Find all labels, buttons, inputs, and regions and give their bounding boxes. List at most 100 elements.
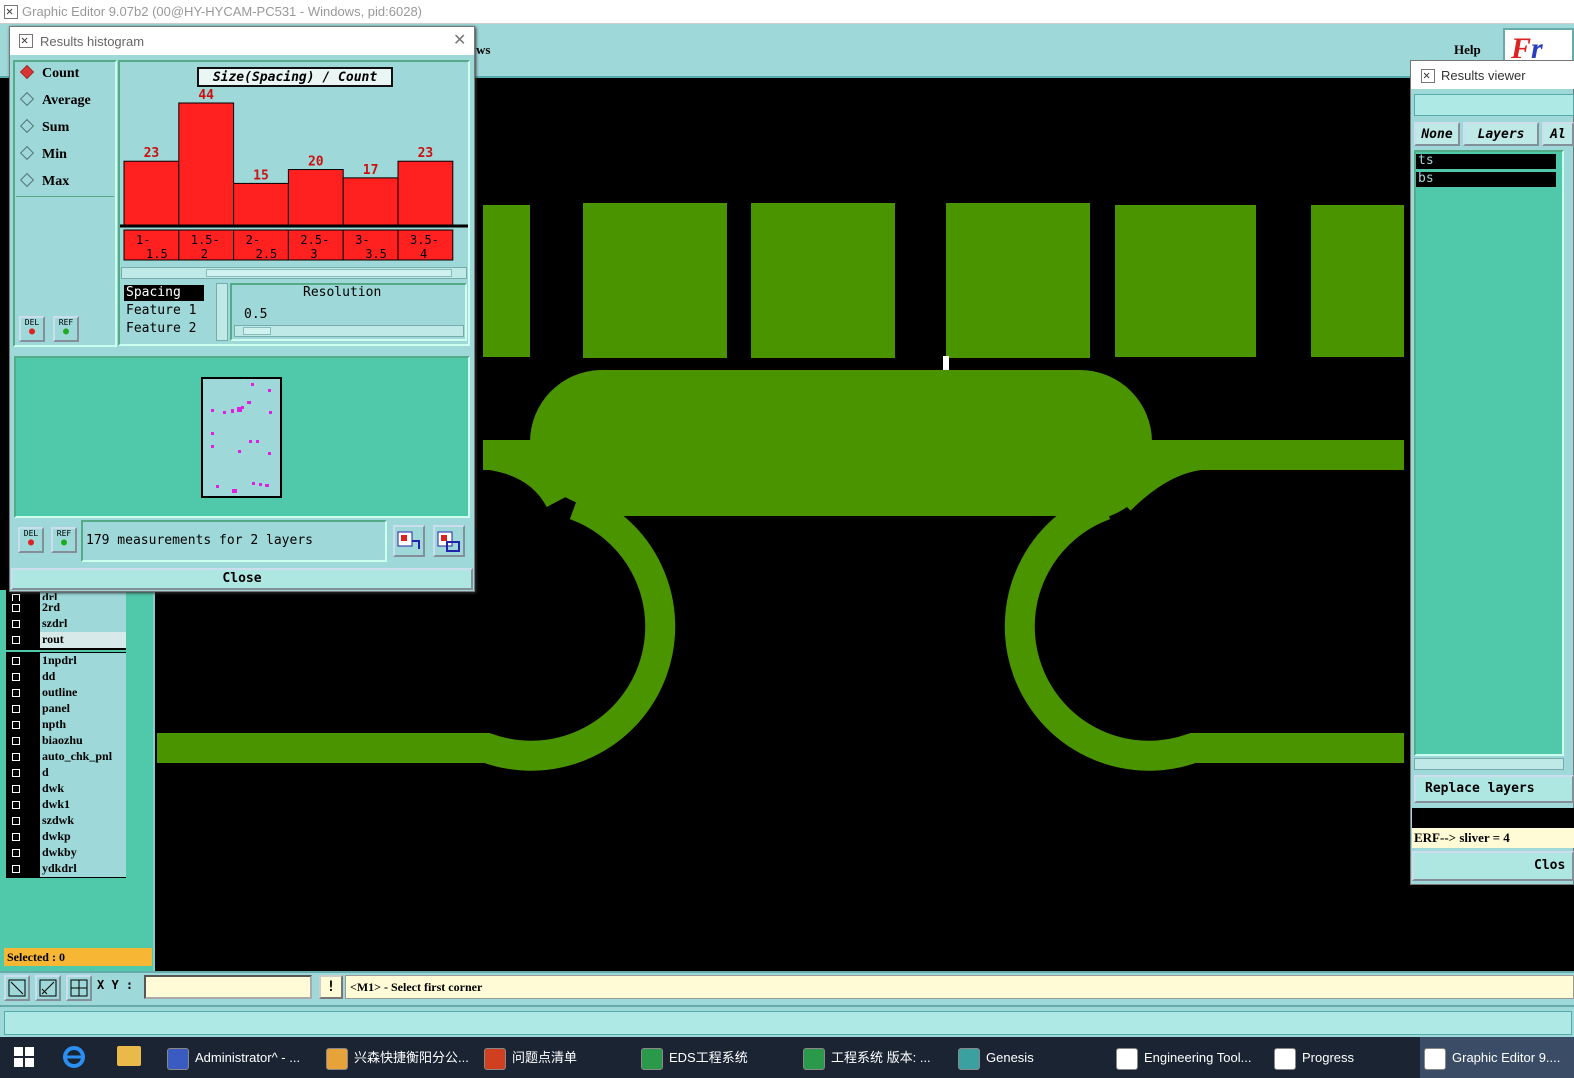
report-button[interactable] <box>433 525 465 557</box>
histogram-bar[interactable] <box>287 169 344 226</box>
taskbar-item[interactable]: 问题点清单 <box>480 1037 580 1078</box>
ref-button[interactable]: REF ● <box>53 316 79 342</box>
histogram-bar[interactable] <box>342 177 399 226</box>
measure-list-scrollbar[interactable] <box>216 283 228 341</box>
viewer-close-button[interactable]: Clos <box>1412 851 1574 881</box>
result-layer-item[interactable]: bs <box>1416 172 1556 187</box>
layer-row[interactable]: dwk1 <box>8 797 126 814</box>
taskbar-item[interactable]: 工程系统 版本: ... <box>799 1037 939 1078</box>
resolution-slider[interactable] <box>234 325 464 337</box>
xy-label: X Y : <box>97 978 134 992</box>
histogram-bar[interactable] <box>233 182 289 226</box>
del-button-2[interactable]: DEL ● <box>18 527 44 553</box>
checkbox-icon[interactable] <box>8 670 24 684</box>
office-icon <box>484 1047 506 1070</box>
layer-row[interactable]: dwkby <box>8 845 126 862</box>
replace-layers-button[interactable]: Replace layers <box>1414 775 1574 803</box>
del-button[interactable]: DEL ● <box>19 316 45 342</box>
layer-row[interactable]: outline <box>8 685 126 702</box>
grid-button[interactable] <box>66 975 92 1001</box>
viewer-scrollbar[interactable] <box>1414 758 1564 770</box>
checkbox-icon[interactable] <box>8 798 24 812</box>
mode-radio-max[interactable]: Max <box>19 172 69 190</box>
close-icon[interactable]: ✕ <box>453 30 466 50</box>
menu-help[interactable]: Help <box>1454 42 1481 58</box>
checkbox-icon[interactable] <box>8 633 24 647</box>
checkbox-icon[interactable] <box>8 814 24 828</box>
layer-row[interactable]: 1npdrl <box>8 653 126 670</box>
taskbar-item[interactable]: 兴森快捷衡阳分公... <box>322 1037 472 1078</box>
scroll-thumb[interactable] <box>206 269 452 277</box>
checkbox-icon[interactable] <box>8 782 24 796</box>
taskbar-item[interactable]: Engineering Tool... <box>1112 1037 1262 1078</box>
mode-radio-sum[interactable]: Sum <box>19 118 69 136</box>
layer-row[interactable]: biaozhu <box>8 733 126 750</box>
checkbox-icon[interactable] <box>8 601 24 615</box>
close-button[interactable]: Close <box>11 568 473 590</box>
slider-thumb[interactable] <box>243 327 271 335</box>
checkbox-icon[interactable] <box>8 686 24 700</box>
bar-value-label: 23 <box>144 146 160 161</box>
layer-row[interactable]: ydkdrl <box>8 861 126 878</box>
taskbar-item[interactable]: Graphic Editor 9.... <box>1420 1037 1574 1078</box>
mode-radio-average[interactable]: Average <box>19 91 91 109</box>
xy-input[interactable] <box>144 975 312 999</box>
layer-row[interactable]: npth <box>8 717 126 734</box>
zoom-area-button[interactable] <box>4 975 30 1001</box>
layer-row[interactable]: dwkp <box>8 829 126 846</box>
warning-button[interactable]: ! <box>319 975 343 999</box>
checkbox-icon[interactable] <box>8 766 24 780</box>
measure-button[interactable] <box>35 975 61 1001</box>
taskbar-item[interactable]: Progress <box>1270 1037 1370 1078</box>
windows-start-icon[interactable] <box>14 1047 34 1067</box>
layer-row[interactable]: rout <box>8 632 126 649</box>
checkbox-icon[interactable] <box>8 846 24 860</box>
checkbox-icon[interactable] <box>8 702 24 716</box>
layer-row[interactable]: 2rd <box>8 600 126 617</box>
copper-body <box>530 370 1152 516</box>
tab-none[interactable]: None <box>1414 122 1460 146</box>
file-explorer-icon[interactable] <box>117 1046 141 1066</box>
internet-explorer-icon[interactable] <box>62 1044 88 1070</box>
measure-item[interactable]: Spacing <box>124 285 204 301</box>
eds-icon <box>641 1047 663 1070</box>
layer-row[interactable]: dwk <box>8 781 126 798</box>
layer-row[interactable]: szdrl <box>8 616 126 633</box>
result-layer-item[interactable]: ts <box>1416 154 1556 169</box>
layer-row[interactable]: szdwk <box>8 813 126 830</box>
checkbox-icon[interactable] <box>8 654 24 668</box>
checkbox-icon[interactable] <box>8 617 24 631</box>
checkbox-icon[interactable] <box>8 718 24 732</box>
checkbox-icon[interactable] <box>8 862 24 876</box>
tab-layers[interactable]: Layers <box>1463 122 1539 146</box>
layer-row[interactable]: auto_chk_pnl <box>8 749 126 766</box>
taskbar-item[interactable]: Administrator^ - ... <box>163 1037 308 1078</box>
histogram-bar[interactable] <box>397 160 454 226</box>
chart-scrollbar[interactable] <box>121 267 467 279</box>
export-button[interactable] <box>393 525 425 557</box>
measure-item[interactable]: Feature 1 <box>124 303 198 319</box>
viewer-field[interactable] <box>1414 94 1574 116</box>
dialog-title: Results histogram <box>40 34 145 49</box>
layer-name: npth <box>40 717 126 734</box>
histogram-bar[interactable] <box>178 102 235 226</box>
mode-radio-count[interactable]: Count <box>19 64 79 82</box>
status-bar <box>0 1005 1574 1037</box>
taskbar-item[interactable]: Genesis <box>954 1037 1064 1078</box>
pad <box>751 203 895 358</box>
layer-row[interactable]: panel <box>8 701 126 718</box>
layer-row[interactable]: d <box>8 765 126 782</box>
checkbox-icon[interactable] <box>8 734 24 748</box>
histogram-bar[interactable] <box>123 160 180 226</box>
checkbox-icon[interactable] <box>8 750 24 764</box>
mode-radio-min[interactable]: Min <box>19 145 67 163</box>
taskbar-item[interactable]: EDS工程系统 <box>637 1037 757 1078</box>
checkbox-icon[interactable] <box>8 830 24 844</box>
measure-item[interactable]: Feature 2 <box>124 321 198 337</box>
ref-button-2[interactable]: REF ● <box>51 527 77 553</box>
layer-row[interactable]: dd <box>8 669 126 686</box>
erf-status: ERF--> sliver = 4 <box>1412 828 1574 848</box>
menu-item-partial[interactable]: ws <box>476 42 490 58</box>
tab-all[interactable]: Al <box>1542 122 1574 146</box>
layer-name: d <box>40 765 126 782</box>
